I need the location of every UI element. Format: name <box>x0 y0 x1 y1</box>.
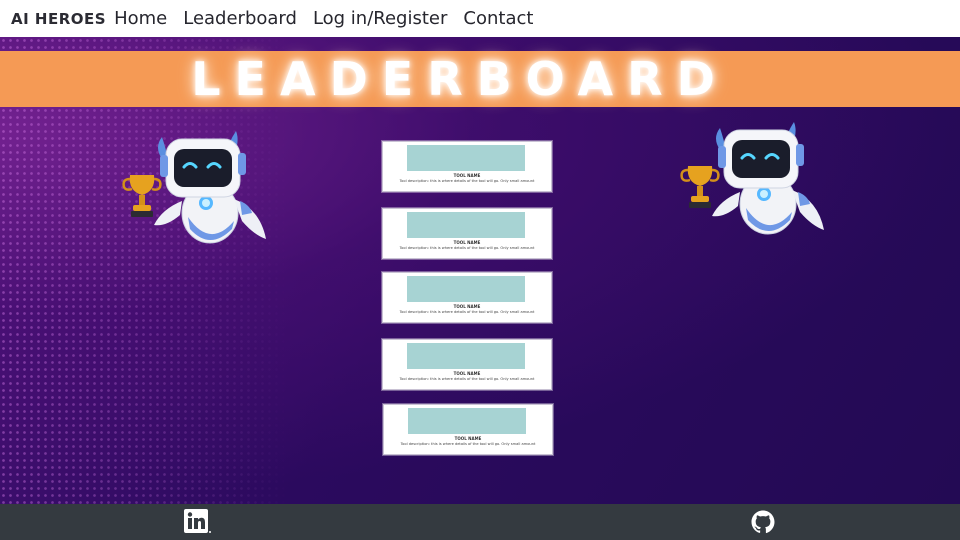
nav-link-leaderboard[interactable]: Leaderboard <box>183 8 297 29</box>
github-icon[interactable] <box>751 510 775 534</box>
footer <box>0 504 960 540</box>
tool-image-placeholder <box>408 408 526 434</box>
tool-card[interactable]: TOOL NAME Tool description: this is wher… <box>383 404 553 455</box>
tool-image-placeholder <box>407 343 525 369</box>
tool-card[interactable]: TOOL NAME Tool description: this is wher… <box>382 339 552 390</box>
tool-description: Tool description: this is where details … <box>399 179 535 183</box>
tool-card[interactable]: TOOL NAME Tool description: this is wher… <box>382 272 552 323</box>
tool-image-placeholder <box>407 276 525 302</box>
tool-description: Tool description: this is where details … <box>400 442 536 446</box>
tool-name: TOOL NAME <box>453 240 481 245</box>
tool-card[interactable]: TOOL NAME Tool description: this is wher… <box>382 208 552 259</box>
tool-image-placeholder <box>407 212 525 238</box>
tool-image-placeholder <box>407 145 525 171</box>
linkedin-icon[interactable] <box>184 509 212 535</box>
banner-title: LEADERBOARD <box>191 52 729 106</box>
hero-section: LEADERBOARD TOOL NAME Tool description: … <box>0 37 960 504</box>
tool-name: TOOL NAME <box>454 436 482 441</box>
tool-description: Tool description: this is where details … <box>399 246 535 250</box>
brand-logo[interactable]: AI HEROES <box>11 10 106 28</box>
tool-name: TOOL NAME <box>453 304 481 309</box>
robot-trophy-illustration-right <box>680 122 824 235</box>
nav-link-login-register[interactable]: Log in/Register <box>313 8 447 29</box>
tool-description: Tool description: this is where details … <box>399 377 535 381</box>
nav-link-home[interactable]: Home <box>114 8 167 29</box>
leaderboard-banner: LEADERBOARD <box>0 51 960 107</box>
tool-name: TOOL NAME <box>453 371 481 376</box>
robot-trophy-illustration-left <box>122 131 266 244</box>
tool-card[interactable]: TOOL NAME Tool description: this is wher… <box>382 141 552 192</box>
dot-pattern-background <box>0 37 290 504</box>
nav-link-contact[interactable]: Contact <box>463 8 533 29</box>
navbar: AI HEROES Home Leaderboard Log in/Regist… <box>0 0 960 37</box>
tool-name: TOOL NAME <box>453 173 481 178</box>
tool-description: Tool description: this is where details … <box>399 310 535 314</box>
